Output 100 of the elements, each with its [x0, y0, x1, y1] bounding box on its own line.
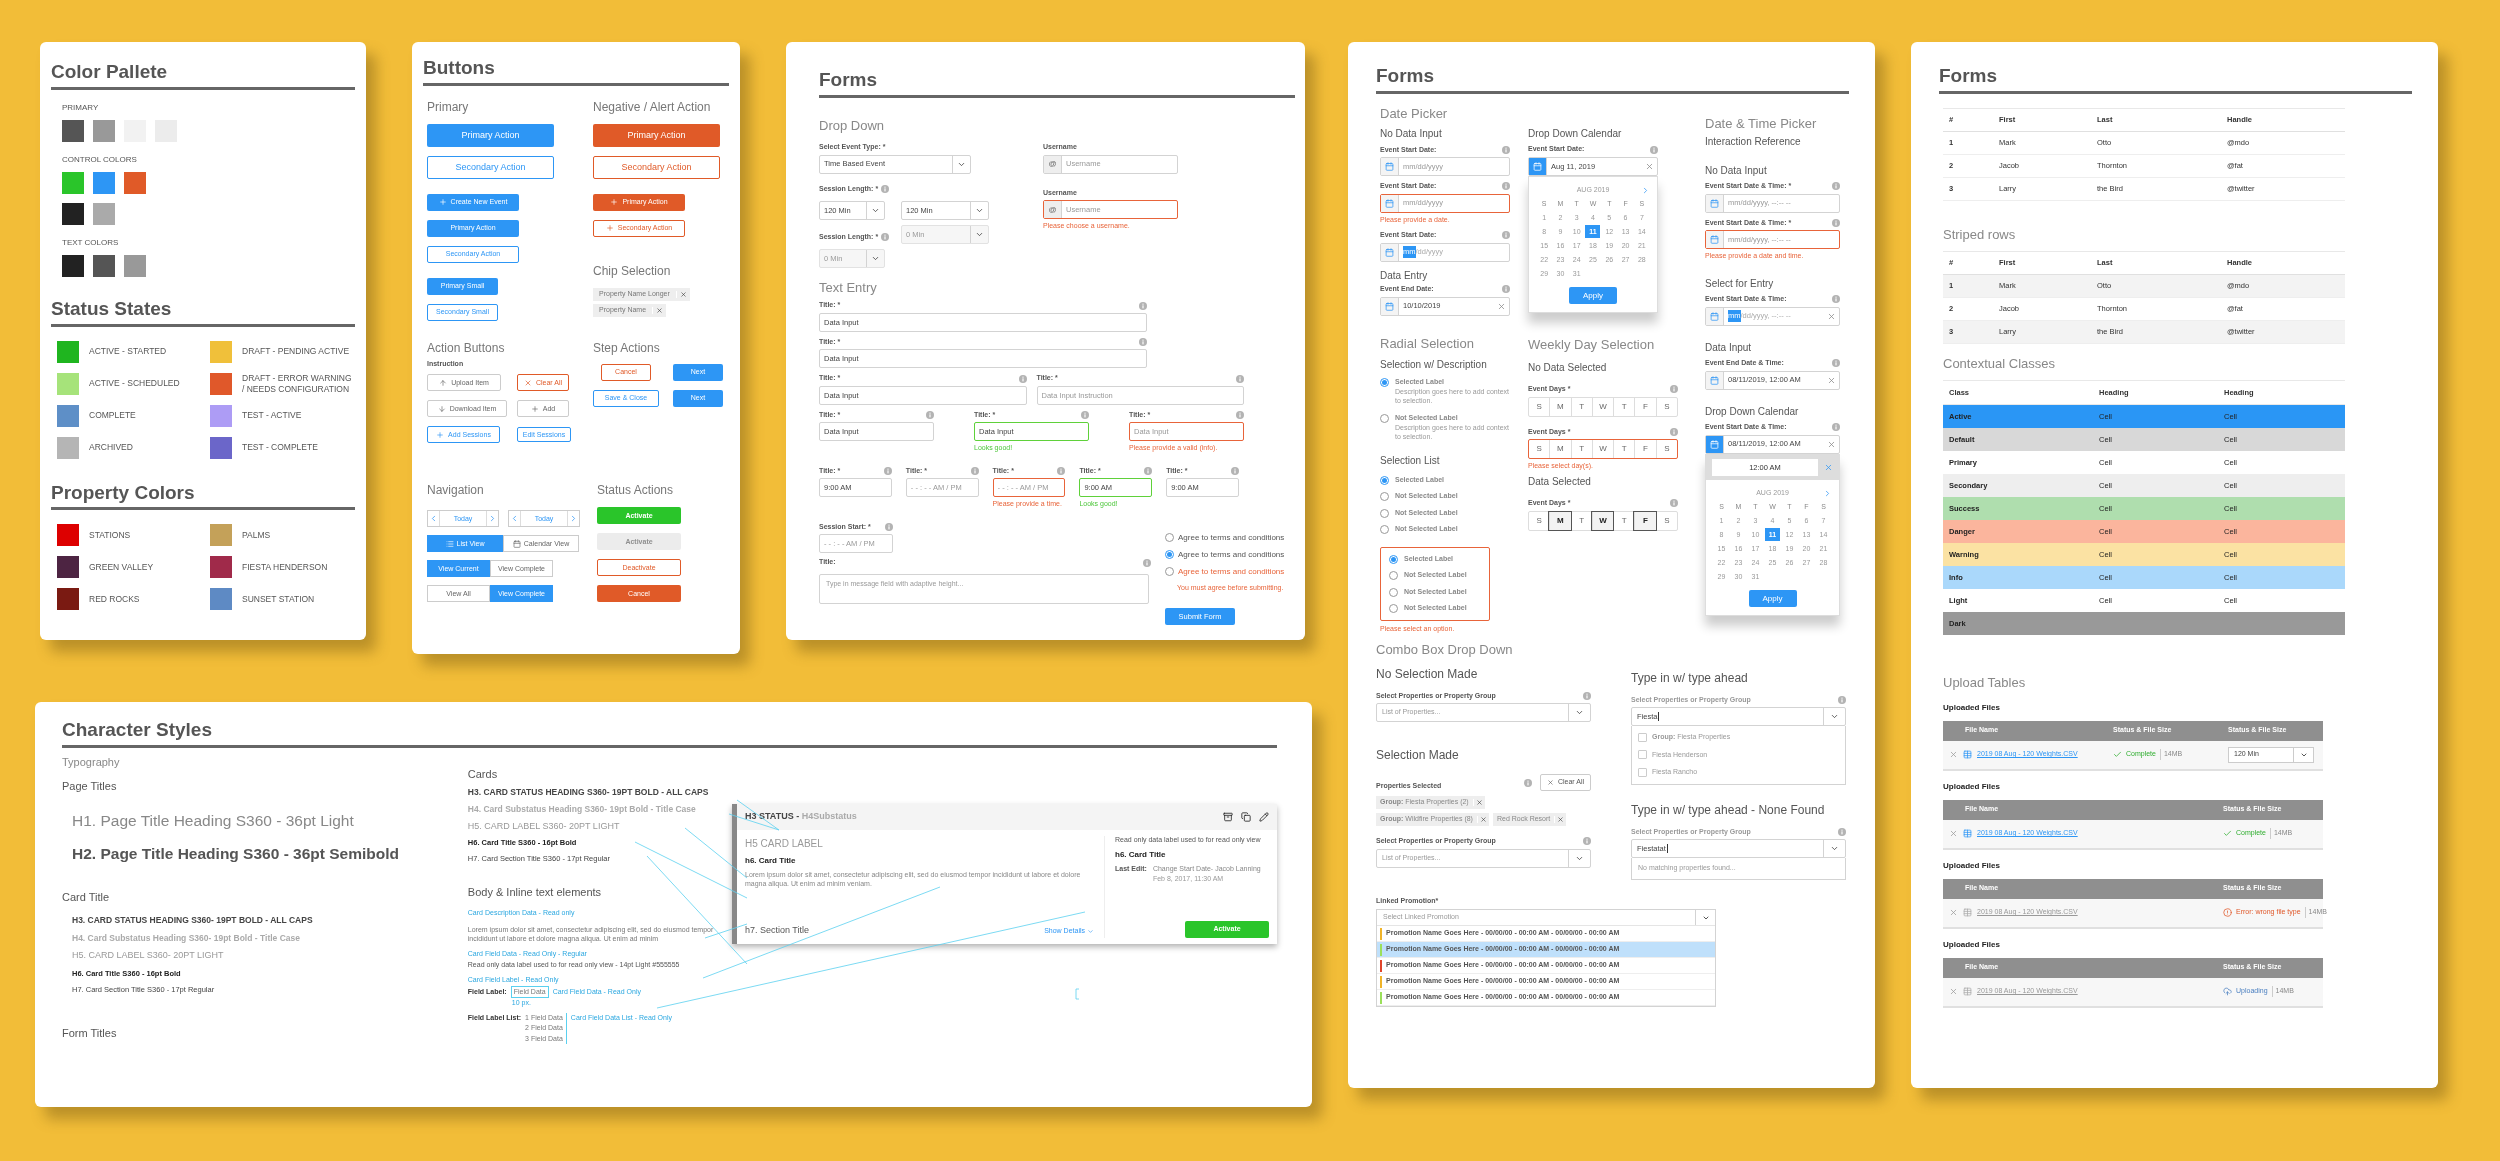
- checkbox[interactable]: [1638, 732, 1647, 742]
- clear-icon[interactable]: [1827, 439, 1836, 449]
- radio-button[interactable]: [1165, 567, 1174, 577]
- radio-label: Agree to terms and conditions: [1178, 548, 1285, 561]
- calendar-icon: [1710, 235, 1719, 244]
- group-heading: Page Titles: [62, 779, 118, 795]
- close-icon[interactable]: [656, 306, 664, 314]
- radio-button[interactable]: [1165, 533, 1174, 543]
- chevron-left-icon[interactable]: [429, 514, 438, 524]
- radio-button[interactable]: [1380, 378, 1389, 387]
- button[interactable]: Primary Action: [593, 123, 720, 147]
- day-toggle[interactable]: S: [1529, 511, 1550, 530]
- button[interactable]: Secondary Action: [593, 155, 720, 179]
- pencil-icon[interactable]: [1259, 811, 1269, 822]
- day-toggle[interactable]: F: [1634, 511, 1656, 530]
- archive-icon[interactable]: [1223, 811, 1233, 822]
- checkbox[interactable]: [1638, 767, 1647, 777]
- day-toggle[interactable]: T: [1613, 440, 1635, 458]
- section-title: Forms: [819, 68, 1295, 98]
- button[interactable]: Primary Action: [427, 123, 554, 147]
- color-label: FIESTA HENDERSON: [242, 561, 328, 573]
- group-heading: Status Actions: [597, 483, 675, 499]
- clear-icon[interactable]: [1827, 375, 1836, 385]
- table-title: Uploaded Files: [1943, 938, 2001, 951]
- clear-icon[interactable]: [1827, 311, 1836, 321]
- radio-button[interactable]: [1380, 508, 1389, 518]
- day-toggle[interactable]: M: [1549, 511, 1571, 530]
- card-status-heading: H3 STATUS - H4Substatus: [745, 810, 857, 823]
- section-title-sample: h7. Section Title: [745, 924, 810, 938]
- day-toggle[interactable]: W: [1591, 397, 1614, 416]
- remove-icon[interactable]: [1949, 908, 1958, 917]
- color-label: DRAFT - PENDING ACTIVE: [242, 346, 350, 357]
- check-icon: [2113, 750, 2122, 759]
- chevron-left-icon[interactable]: [510, 514, 519, 524]
- group-heading: Primary: [427, 99, 470, 115]
- day-toggle[interactable]: M: [1549, 440, 1571, 458]
- day-toggle[interactable]: W: [1591, 440, 1614, 458]
- chevron-right-icon[interactable]: [1641, 185, 1650, 195]
- radio-button[interactable]: [1389, 604, 1398, 613]
- radio-button[interactable]: [1380, 492, 1389, 501]
- section-title: Buttons: [423, 56, 729, 86]
- clear-icon[interactable]: [1645, 161, 1654, 171]
- close-icon[interactable]: [1475, 799, 1483, 806]
- radio-button[interactable]: [1389, 571, 1398, 580]
- radio-button[interactable]: [1380, 525, 1389, 534]
- remove-icon[interactable]: [1949, 829, 1958, 838]
- subheading: Selection w/ Description: [1380, 358, 1488, 372]
- day-toggle[interactable]: S: [1529, 397, 1550, 416]
- alert-icon: [2223, 908, 2232, 917]
- close-icon[interactable]: [1479, 816, 1487, 823]
- calendar-icon: [512, 539, 521, 548]
- plus-icon: [438, 198, 447, 207]
- chevron-right-icon[interactable]: [569, 514, 578, 524]
- day-toggle[interactable]: T: [1613, 397, 1635, 416]
- color-label: COMPLETE: [89, 410, 136, 421]
- section-title: Forms: [1939, 64, 2412, 94]
- day-toggle[interactable]: T: [1570, 440, 1592, 458]
- button[interactable]: Secondary Action: [427, 155, 554, 179]
- clear-icon[interactable]: [1824, 462, 1833, 472]
- arrow-up-icon: [439, 378, 448, 387]
- day-toggle[interactable]: T: [1570, 397, 1592, 416]
- remove-icon[interactable]: [1949, 987, 1958, 996]
- section-title: Status States: [51, 296, 355, 327]
- day-toggle[interactable]: S: [1529, 440, 1550, 458]
- subheading: Data Input: [1705, 341, 1753, 354]
- close-icon[interactable]: [1557, 816, 1565, 823]
- checkbox[interactable]: [1638, 750, 1647, 760]
- radio-button[interactable]: [1380, 414, 1389, 423]
- plus-icon: [436, 430, 445, 439]
- subsection-heading: Weekly Day Selection: [1528, 337, 1656, 354]
- apply-button[interactable]: Apply: [1569, 287, 1617, 305]
- chevron-right-icon[interactable]: [1823, 488, 1832, 498]
- group-heading: Typography: [62, 754, 121, 770]
- type-style-sample: H3. CARD STATUS HEADING S360- 19PT BOLD - ALL CAPS: [467, 786, 710, 799]
- subheading: Selection Made: [1376, 747, 1460, 764]
- page-title-sample: H2. Page Title Heading S360 - 36pt Semibold: [71, 844, 401, 864]
- chevron-down-icon: [1830, 844, 1839, 853]
- day-toggle[interactable]: S: [1655, 511, 1677, 530]
- remove-icon[interactable]: [1949, 750, 1958, 759]
- day-toggle[interactable]: S: [1655, 397, 1677, 416]
- day-toggle[interactable]: F: [1634, 397, 1656, 416]
- radio-button[interactable]: [1380, 475, 1389, 485]
- copy-icon[interactable]: [1241, 811, 1251, 822]
- type-style-sample: H4. Card Substatus Heading S360- 19pt Bold - Title Case: [72, 931, 301, 945]
- clear-icon[interactable]: [1497, 301, 1506, 311]
- subheading: Selection List: [1380, 455, 1441, 468]
- chevron-right-icon[interactable]: [488, 514, 497, 524]
- radio-button[interactable]: [1389, 587, 1398, 597]
- color-label: TEST - ACTIVE: [242, 410, 302, 421]
- day-toggle[interactable]: W: [1591, 511, 1614, 530]
- chevron-down-icon: [975, 230, 984, 239]
- subheading: Type in w/ type ahead - None Found: [1631, 801, 1826, 819]
- radio-button[interactable]: [1165, 550, 1174, 560]
- day-toggle[interactable]: M: [1549, 397, 1571, 416]
- apply-button[interactable]: Apply: [1748, 590, 1797, 608]
- day-toggle[interactable]: F: [1634, 440, 1656, 458]
- close-icon[interactable]: [679, 290, 687, 298]
- subsection-heading: Radial Selection: [1380, 335, 1475, 352]
- radio-button[interactable]: [1389, 554, 1398, 564]
- day-toggle[interactable]: S: [1655, 440, 1677, 458]
